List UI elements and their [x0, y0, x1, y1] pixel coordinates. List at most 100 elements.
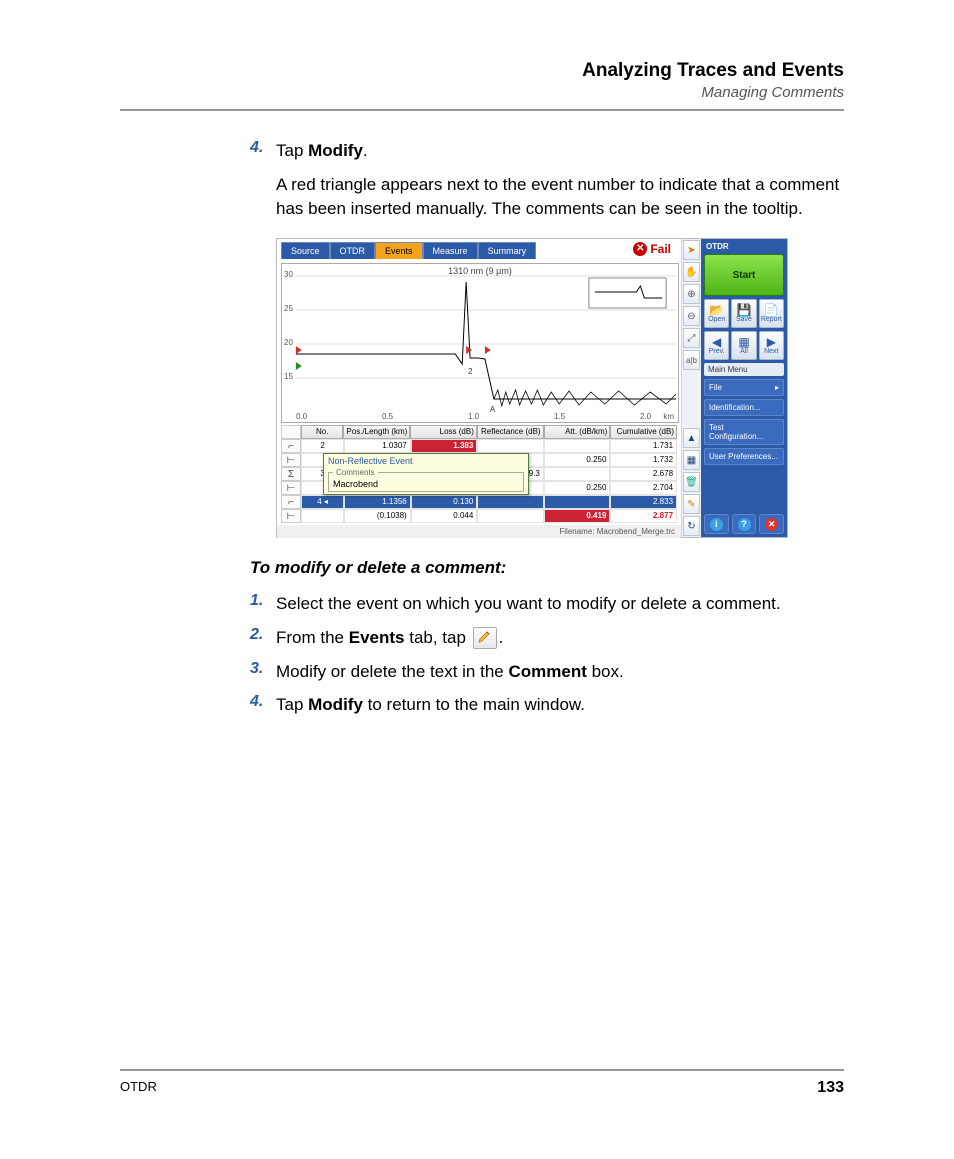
- page-number: 133: [817, 1079, 844, 1097]
- x-tick: 0.5: [382, 412, 393, 421]
- trace-svg: 2 A: [282, 264, 678, 422]
- refresh-icon[interactable]: ↻: [683, 516, 700, 536]
- report-icon: 📄: [764, 304, 779, 316]
- scroll-up-icon[interactable]: ▲: [683, 428, 700, 448]
- prev-icon: ◀: [712, 336, 721, 348]
- y-tick: 25: [284, 304, 293, 313]
- col-pos: Pos./Length (km): [343, 425, 410, 439]
- all-button[interactable]: ▦All: [731, 331, 756, 360]
- bold-text: Modify: [308, 695, 363, 714]
- cell: 0.250: [544, 453, 611, 467]
- menu-identification[interactable]: Identification...: [704, 399, 784, 416]
- chevron-right-icon: ▸: [775, 383, 779, 392]
- cell: 1.731: [610, 439, 677, 453]
- save-button[interactable]: 💾Save: [731, 299, 756, 328]
- tab-summary[interactable]: Summary: [478, 242, 537, 259]
- mini-toolbar: ➤ ✋ ⊕ ⊖ ⤢ a|b ▲ ▦ 🗑 ✎ ↻: [681, 239, 701, 537]
- prev-button[interactable]: ◀Prev.: [704, 331, 729, 360]
- start-button[interactable]: Start: [704, 254, 784, 296]
- bold-text: Modify: [308, 141, 363, 160]
- trash-icon[interactable]: 🗑: [683, 472, 700, 492]
- side-panel: OTDR Start 📂Open 💾Save 📄Report ◀Prev. ▦A…: [701, 239, 787, 537]
- marker-a-icon[interactable]: a|b: [683, 350, 700, 370]
- trace-plot[interactable]: 1310 nm (9 µm) 30 25 20 15 0.0 0.5 1.0 1…: [281, 263, 679, 423]
- cell: 2.678: [610, 467, 677, 481]
- cell: 2.877: [610, 509, 677, 523]
- step-text: Modify or delete the text in the Comment…: [276, 660, 624, 684]
- text: box.: [587, 662, 624, 681]
- x-tick: 1.5: [554, 412, 565, 421]
- tab-events[interactable]: Events: [375, 242, 423, 259]
- zoom-in-icon[interactable]: ⊕: [683, 284, 700, 304]
- cell: [301, 509, 344, 523]
- fail-label: Fail: [650, 242, 671, 256]
- table-row[interactable]: ⊢ (0.1038) 0.044 0.419 2.877: [281, 509, 677, 523]
- subheading: To modify or delete a comment:: [250, 558, 844, 578]
- hand-icon[interactable]: ✋: [683, 262, 700, 282]
- tooltip-comments-group: Comments Macrobend: [328, 468, 524, 492]
- pencil-icon[interactable]: ✎: [683, 494, 700, 514]
- cell: 0.130: [411, 495, 478, 509]
- status-badge: ✕ Fail: [633, 242, 677, 256]
- text: From the: [276, 628, 349, 647]
- cell: 1.0307: [344, 439, 411, 453]
- info-icon: i: [710, 518, 723, 531]
- info-button[interactable]: i: [704, 514, 729, 534]
- event-type-icon: ⌐: [281, 439, 301, 453]
- help-button[interactable]: ?: [732, 514, 757, 534]
- close-button[interactable]: ✕: [759, 514, 784, 534]
- text: tab, tap: [405, 628, 471, 647]
- step-number: 4.: [250, 693, 276, 717]
- table-row[interactable]: ⌐ 2 1.0307 1.383 1.731: [281, 439, 677, 453]
- menu-file[interactable]: File▸: [704, 379, 784, 396]
- cell: 1.732: [610, 453, 677, 467]
- x-unit: km: [663, 412, 674, 421]
- next-icon: ▶: [767, 336, 776, 348]
- x-tick: 1.0: [468, 412, 479, 421]
- open-button[interactable]: 📂Open: [704, 299, 729, 328]
- product-label: OTDR: [704, 242, 784, 251]
- page-header-subtitle: Managing Comments: [120, 84, 844, 101]
- page-header-title: Analyzing Traces and Events: [120, 60, 844, 82]
- x-tick: 2.0: [640, 412, 651, 421]
- text: .: [499, 628, 504, 647]
- zoom-out-icon[interactable]: ⊖: [683, 306, 700, 326]
- cursor-icon[interactable]: ➤: [683, 240, 700, 260]
- main-menu-label: Main Menu: [704, 363, 784, 376]
- paragraph: A red triangle appears next to the event…: [276, 173, 844, 222]
- tab-bar: Source OTDR Events Measure Summary ✕ Fai…: [277, 239, 681, 259]
- col-refl: Reflectance (dB): [477, 425, 544, 439]
- table-header-row: No. Pos./Length (km) Loss (dB) Reflectan…: [281, 425, 677, 439]
- tab-measure[interactable]: Measure: [423, 242, 478, 259]
- report-button[interactable]: 📄Report: [759, 299, 784, 328]
- footer-product: OTDR: [120, 1079, 157, 1097]
- tab-otdr[interactable]: OTDR: [330, 242, 376, 259]
- col-no: No.: [301, 425, 343, 439]
- step-text: Select the event on which you want to mo…: [276, 592, 781, 616]
- label: Prev.: [709, 348, 725, 355]
- cell: 2.704: [610, 481, 677, 495]
- zoom-fit-icon[interactable]: ⤢: [683, 328, 700, 348]
- cell: (0.1038): [344, 509, 411, 523]
- tooltip-comment-value: Macrobend: [333, 479, 378, 489]
- next-button[interactable]: ▶Next: [759, 331, 784, 360]
- tab-source[interactable]: Source: [281, 242, 330, 259]
- menu-user-prefs[interactable]: User Preferences...: [704, 448, 784, 465]
- cell: 0.419: [544, 509, 611, 523]
- cell: [544, 467, 611, 481]
- cell: [477, 509, 544, 523]
- col-att: Att. (dB/km): [544, 425, 611, 439]
- text: Modify or delete the text in the: [276, 662, 508, 681]
- cell: [544, 439, 611, 453]
- cell: 2.833: [610, 495, 677, 509]
- col-loss: Loss (dB): [410, 425, 477, 439]
- label: All: [740, 348, 748, 355]
- bold-text: Events: [349, 628, 405, 647]
- table-row[interactable]: ⌐ 4 ◂ 1.1356 0.130 2.833: [281, 495, 677, 509]
- grid-icon[interactable]: ▦: [683, 450, 700, 470]
- header-rule: [120, 109, 844, 111]
- menu-test-config[interactable]: Test Configuration...: [704, 419, 784, 445]
- close-icon: ✕: [765, 518, 778, 531]
- cell: 2: [301, 439, 344, 453]
- step-number: 3.: [250, 660, 276, 684]
